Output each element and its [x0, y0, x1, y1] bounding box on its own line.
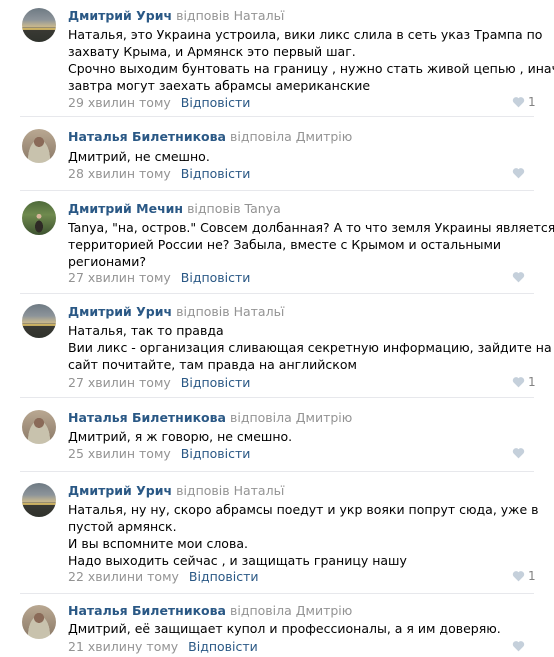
- like-button[interactable]: [512, 167, 525, 179]
- like-button[interactable]: [512, 640, 525, 652]
- comment-timestamp[interactable]: 27 хвилин тому: [68, 270, 171, 285]
- reply-target[interactable]: відповів Натальї: [176, 8, 284, 23]
- comment-item: Дмитрий Урич відповів Натальї Наталья, н…: [0, 473, 554, 591]
- comment-item: Дмитрий Урич відповів Натальї Наталья, э…: [0, 0, 554, 114]
- comment-line: Дмитрий, её защищает купол и профессиона…: [68, 621, 501, 636]
- comment-author[interactable]: Наталья Билетникова: [68, 410, 226, 425]
- avatar[interactable]: [22, 201, 56, 235]
- comment-line: Срочно выходим бунтовать на границу , ну…: [68, 61, 554, 76]
- reply-button[interactable]: Відповісти: [188, 639, 258, 654]
- comment-author[interactable]: Наталья Билетникова: [68, 603, 226, 618]
- heart-icon: [512, 377, 525, 388]
- avatar[interactable]: [22, 605, 56, 639]
- reply-button[interactable]: Відповісти: [181, 95, 251, 110]
- comment-text: Наталья, это Украина устроила, вики ликс…: [68, 26, 554, 94]
- divider: [20, 116, 534, 117]
- comment-text: Tanya, "на, остров." Совсем долбанная? А…: [68, 219, 554, 270]
- comment-line: Наталья, ну ну, скоро абрамсы поедут и у…: [68, 502, 539, 517]
- comment-text: Дмитрий, я ж говорю, не смешно.: [68, 428, 518, 445]
- comment-text: Наталья, ну ну, скоро абрамсы поедут и у…: [68, 501, 539, 569]
- comment-line: территорией России не? Забыла, вместе с …: [68, 237, 502, 252]
- heart-icon: [512, 571, 525, 582]
- reply-target[interactable]: відповіла Дмитрію: [230, 129, 352, 144]
- comment-item: Дмитрий Урич відповів Натальї Наталья, т…: [0, 295, 554, 395]
- comment-line: Наталья, это Украина устроила, вики ликс…: [68, 27, 543, 42]
- reply-button[interactable]: Відповісти: [181, 375, 251, 390]
- comment-line: Надо выходить сейчас , и защищать границ…: [68, 553, 407, 568]
- like-button[interactable]: 1: [512, 375, 536, 389]
- comment-item: Наталья Билетникова відповіла Дмитрію Дм…: [0, 118, 554, 190]
- comment-line: Наталья, так то правда: [68, 323, 224, 338]
- heart-icon: [512, 272, 525, 283]
- avatar[interactable]: [22, 129, 56, 163]
- comment-line: Вии ликс - организация сливающая секретн…: [68, 340, 552, 355]
- comment-text: Наталья, так то правда Вии ликс - органи…: [68, 322, 552, 373]
- comment-timestamp[interactable]: 28 хвилин тому: [68, 166, 171, 181]
- comment-line: И вы вспомните мои слова.: [68, 536, 248, 551]
- comment-line: захвату Крыма, и Армянск это первый шаг.: [68, 44, 356, 59]
- comment-timestamp[interactable]: 21 хвилину тому: [68, 639, 178, 654]
- comment-timestamp[interactable]: 27 хвилин тому: [68, 375, 171, 390]
- divider: [20, 593, 534, 594]
- heart-icon: [512, 641, 525, 652]
- like-count: 1: [528, 569, 536, 583]
- comment-line: завтра могут заехать абрамсы американски…: [68, 78, 371, 93]
- comment-line: пустой армянск.: [68, 519, 177, 534]
- heart-icon: [512, 97, 525, 108]
- reply-button[interactable]: Відповісти: [181, 446, 251, 461]
- heart-icon: [512, 448, 525, 459]
- comment-line: Tanya, "на, остров." Совсем долбанная? А…: [68, 220, 554, 235]
- like-count: 1: [528, 95, 536, 109]
- comment-item: Наталья Билетникова відповіла Дмитрію Дм…: [0, 595, 554, 657]
- comment-timestamp[interactable]: 25 хвилин тому: [68, 446, 171, 461]
- reply-target[interactable]: відповіла Дмитрію: [230, 603, 352, 618]
- divider: [20, 471, 534, 472]
- reply-target[interactable]: відповіла Дмитрію: [230, 410, 352, 425]
- like-button[interactable]: 1: [512, 95, 536, 109]
- like-count: 1: [528, 375, 536, 389]
- reply-button[interactable]: Відповісти: [181, 166, 251, 181]
- comment-line: сайт почитайте, там правда на английском: [68, 357, 357, 372]
- comment-timestamp[interactable]: 29 хвилин тому: [68, 95, 171, 110]
- comment-item: Наталья Билетникова відповіла Дмитрію Дм…: [0, 399, 554, 469]
- comment-author[interactable]: Дмитрий Урич: [68, 483, 172, 498]
- avatar[interactable]: [22, 410, 56, 444]
- like-button[interactable]: 1: [512, 569, 536, 583]
- comment-author[interactable]: Дмитрий Урич: [68, 304, 172, 319]
- reply-button[interactable]: Відповісти: [189, 569, 259, 584]
- comment-line: регионами?: [68, 254, 146, 269]
- like-button[interactable]: [512, 271, 525, 283]
- comment-text: Дмитрий, не смешно.: [68, 148, 518, 165]
- heart-icon: [512, 168, 525, 179]
- divider: [20, 190, 534, 191]
- reply-target[interactable]: відповів Натальї: [176, 304, 284, 319]
- comment-timestamp[interactable]: 22 хвилини тому: [68, 569, 179, 584]
- avatar[interactable]: [22, 8, 56, 42]
- reply-button[interactable]: Відповісти: [181, 270, 251, 285]
- comment-line: Дмитрий, я ж говорю, не смешно.: [68, 429, 293, 444]
- comment-text: Дмитрий, её защищает купол и профессиона…: [68, 620, 518, 637]
- comment-author[interactable]: Дмитрий Мечин: [68, 201, 183, 216]
- avatar[interactable]: [22, 483, 56, 517]
- comment-line: Дмитрий, не смешно.: [68, 149, 210, 164]
- avatar[interactable]: [22, 304, 56, 338]
- comment-author[interactable]: Наталья Билетникова: [68, 129, 226, 144]
- like-button[interactable]: [512, 447, 525, 459]
- reply-target[interactable]: відповів Tanya: [187, 201, 281, 216]
- divider: [20, 293, 534, 294]
- comment-item: Дмитрий Мечин відповів Tanya Tanya, "на,…: [0, 192, 554, 292]
- comment-author[interactable]: Дмитрий Урич: [68, 8, 172, 23]
- reply-target[interactable]: відповів Натальї: [176, 483, 284, 498]
- divider: [20, 397, 534, 398]
